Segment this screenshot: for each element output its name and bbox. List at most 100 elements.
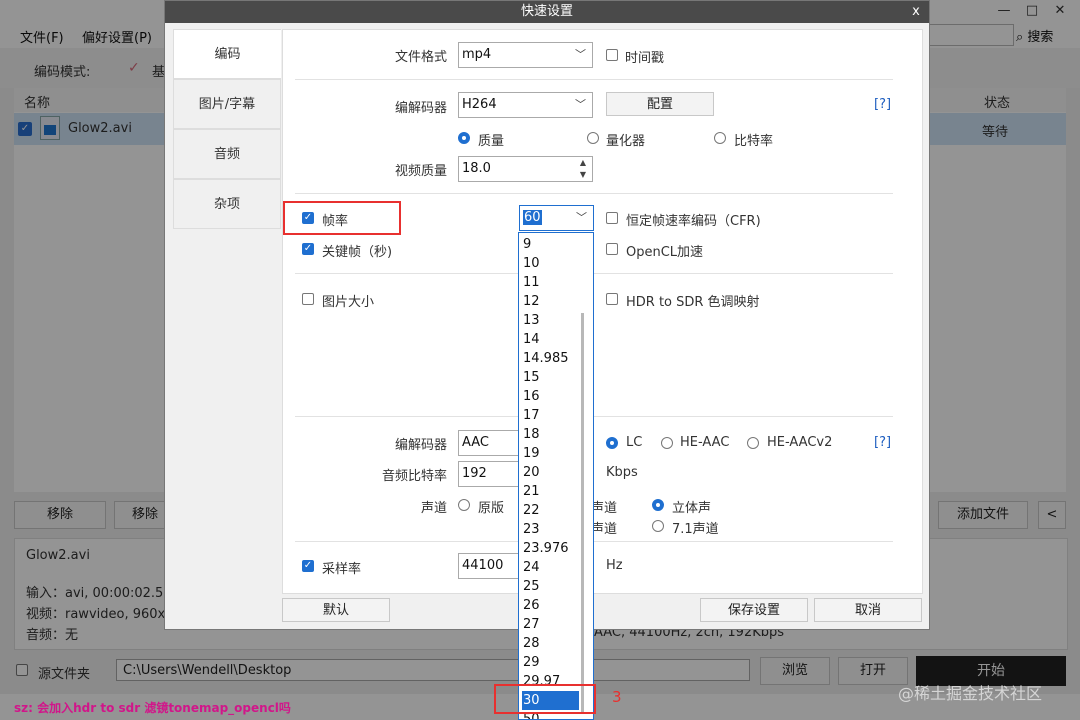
framerate-option[interactable]: 10 [522, 254, 579, 273]
divider [295, 273, 893, 274]
column-name[interactable]: 名称 [24, 92, 50, 111]
framerate-option[interactable]: 17 [522, 406, 579, 425]
image-size-checkbox[interactable] [302, 293, 314, 305]
framerate-option[interactable]: 9 [522, 235, 579, 254]
framerate-option[interactable]: 20 [522, 463, 579, 482]
video-codec-value: H264 [462, 97, 497, 112]
video-codec-label: 编解码器 [394, 101, 447, 116]
framerate-option[interactable]: 18 [522, 425, 579, 444]
file-format-select[interactable]: mp4 ﹀ [458, 42, 593, 68]
framerate-option[interactable]: 23 [522, 520, 579, 539]
radio-quantizer[interactable] [587, 132, 599, 144]
radio-he-aacv2[interactable] [747, 437, 759, 449]
file-checkbox[interactable]: ✓ [18, 122, 32, 136]
framerate-option[interactable]: 14 [522, 330, 579, 349]
framerate-option[interactable]: 16 [522, 387, 579, 406]
divider [295, 416, 893, 417]
file-format-value: mp4 [462, 47, 492, 62]
source-folder-label: 源文件夹 [38, 667, 91, 682]
sample-rate-checkbox[interactable]: ✓ [302, 560, 314, 572]
opencl-label: OpenCL加速 [626, 245, 704, 260]
video-quality-spinbox[interactable]: 18.0 ▲ ▼ [458, 156, 593, 182]
radio-lc[interactable] [606, 437, 618, 449]
dialog-close-icon[interactable]: x [903, 1, 929, 23]
radio-quality[interactable] [458, 132, 470, 144]
close-icon[interactable]: ✕ [1050, 2, 1070, 20]
radio-channel-71-label: 7.1声道 [672, 522, 719, 537]
menu-file[interactable]: 文件(F) [20, 27, 64, 46]
minimize-icon[interactable]: — [994, 2, 1014, 20]
sample-rate-label: 采样率 [322, 562, 362, 577]
framerate-dropdown-list[interactable]: 9 10 11 12 13 14 14.985 15 16 17 18 19 20 21 22 23 23.97… [518, 232, 594, 720]
framerate-option[interactable]: 29 [522, 653, 579, 672]
framerate-option[interactable]: 27 [522, 615, 579, 634]
radio-channel-71[interactable] [652, 520, 664, 532]
framerate-option[interactable]: 25 [522, 577, 579, 596]
tab-encode[interactable]: 编码 [173, 29, 281, 79]
framerate-option[interactable]: 26 [522, 596, 579, 615]
cancel-button[interactable]: 取消 [814, 598, 922, 622]
encode-mode-check-icon[interactable]: ✓ [128, 60, 140, 76]
menu-preferences[interactable]: 偏好设置(P) [82, 27, 152, 46]
chevron-down-icon: ﹀ [575, 98, 586, 111]
config-button[interactable]: 配置 [606, 92, 714, 116]
framerate-option[interactable]: 23.976 [522, 539, 579, 558]
keyframe-checkbox[interactable]: ✓ [302, 243, 314, 255]
sample-rate-unit: Hz [606, 558, 623, 573]
video-file-icon [40, 116, 60, 140]
divider [295, 541, 893, 542]
tab-misc[interactable]: 杂项 [173, 179, 281, 229]
framerate-option[interactable]: 12 [522, 292, 579, 311]
search-label: 搜索 [1027, 30, 1054, 45]
audio-bitrate-label: 音频比特率 [381, 469, 447, 484]
audio-bitrate-value: 192 [462, 466, 487, 481]
video-codec-select[interactable]: H264 ﹀ [458, 92, 593, 118]
keyframe-label: 关键帧（秒) [322, 245, 393, 260]
framerate-option[interactable]: 19 [522, 444, 579, 463]
radio-channel-original[interactable] [458, 499, 470, 511]
dialog-title: 快速设置 [165, 1, 929, 23]
audio-codec-help-link[interactable]: [?] [874, 435, 891, 450]
browse-button[interactable]: 浏览 [760, 657, 830, 685]
audio-codec-label: 编解码器 [394, 438, 447, 453]
column-status[interactable]: 状态 [984, 92, 1010, 111]
info-video: 视频：rawvideo, 960x4 [26, 607, 174, 622]
tab-audio[interactable]: 音频 [173, 129, 281, 179]
framerate-select[interactable]: 60 ﹀ [519, 205, 594, 231]
framerate-option[interactable]: 22 [522, 501, 579, 520]
search-button[interactable]: ⌕ 搜索 [1016, 26, 1053, 45]
spinner-arrows-icon[interactable]: ▲ ▼ [580, 157, 586, 181]
opencl-checkbox[interactable] [606, 243, 618, 255]
radio-channel-stereo[interactable] [652, 499, 664, 511]
radio-he-aac[interactable] [661, 437, 673, 449]
framerate-option[interactable]: 13 [522, 311, 579, 330]
add-file-button[interactable]: 添加文件 [938, 501, 1028, 529]
framerate-option[interactable]: 28 [522, 634, 579, 653]
collapse-button[interactable]: < [1038, 501, 1066, 529]
framerate-option[interactable]: 14.985 [522, 349, 579, 368]
radio-bitrate[interactable] [714, 132, 726, 144]
hdr-to-sdr-checkbox[interactable] [606, 293, 618, 305]
maximize-icon[interactable]: □ [1022, 2, 1042, 20]
cfr-checkbox[interactable] [606, 212, 618, 224]
radio-channel-mono-label: 声道 [591, 501, 618, 516]
source-folder-checkbox[interactable] [16, 664, 28, 676]
tab-image-subtitle[interactable]: 图片/字幕 [173, 79, 281, 129]
framerate-option[interactable]: 11 [522, 273, 579, 292]
source-path-input[interactable]: C:\Users\Wendell\Desktop [116, 659, 750, 681]
remove-button[interactable]: 移除 [14, 501, 106, 529]
framerate-checkbox[interactable]: ✓ [302, 212, 314, 224]
save-settings-button[interactable]: 保存设置 [700, 598, 808, 622]
framerate-option[interactable]: 15 [522, 368, 579, 387]
selected-framerate-highlight-box [494, 684, 596, 714]
framerate-option[interactable]: 21 [522, 482, 579, 501]
annotation-number: 3 [612, 688, 622, 706]
audio-bitrate-unit: Kbps [606, 465, 638, 480]
divider [295, 79, 893, 80]
dropdown-scrollbar[interactable] [581, 313, 584, 713]
cfr-label: 恒定帧速率编码（CFR) [626, 214, 761, 229]
default-button[interactable]: 默认 [282, 598, 390, 622]
video-codec-help-link[interactable]: [?] [874, 97, 891, 112]
timestamp-checkbox[interactable] [606, 49, 618, 61]
framerate-option[interactable]: 24 [522, 558, 579, 577]
